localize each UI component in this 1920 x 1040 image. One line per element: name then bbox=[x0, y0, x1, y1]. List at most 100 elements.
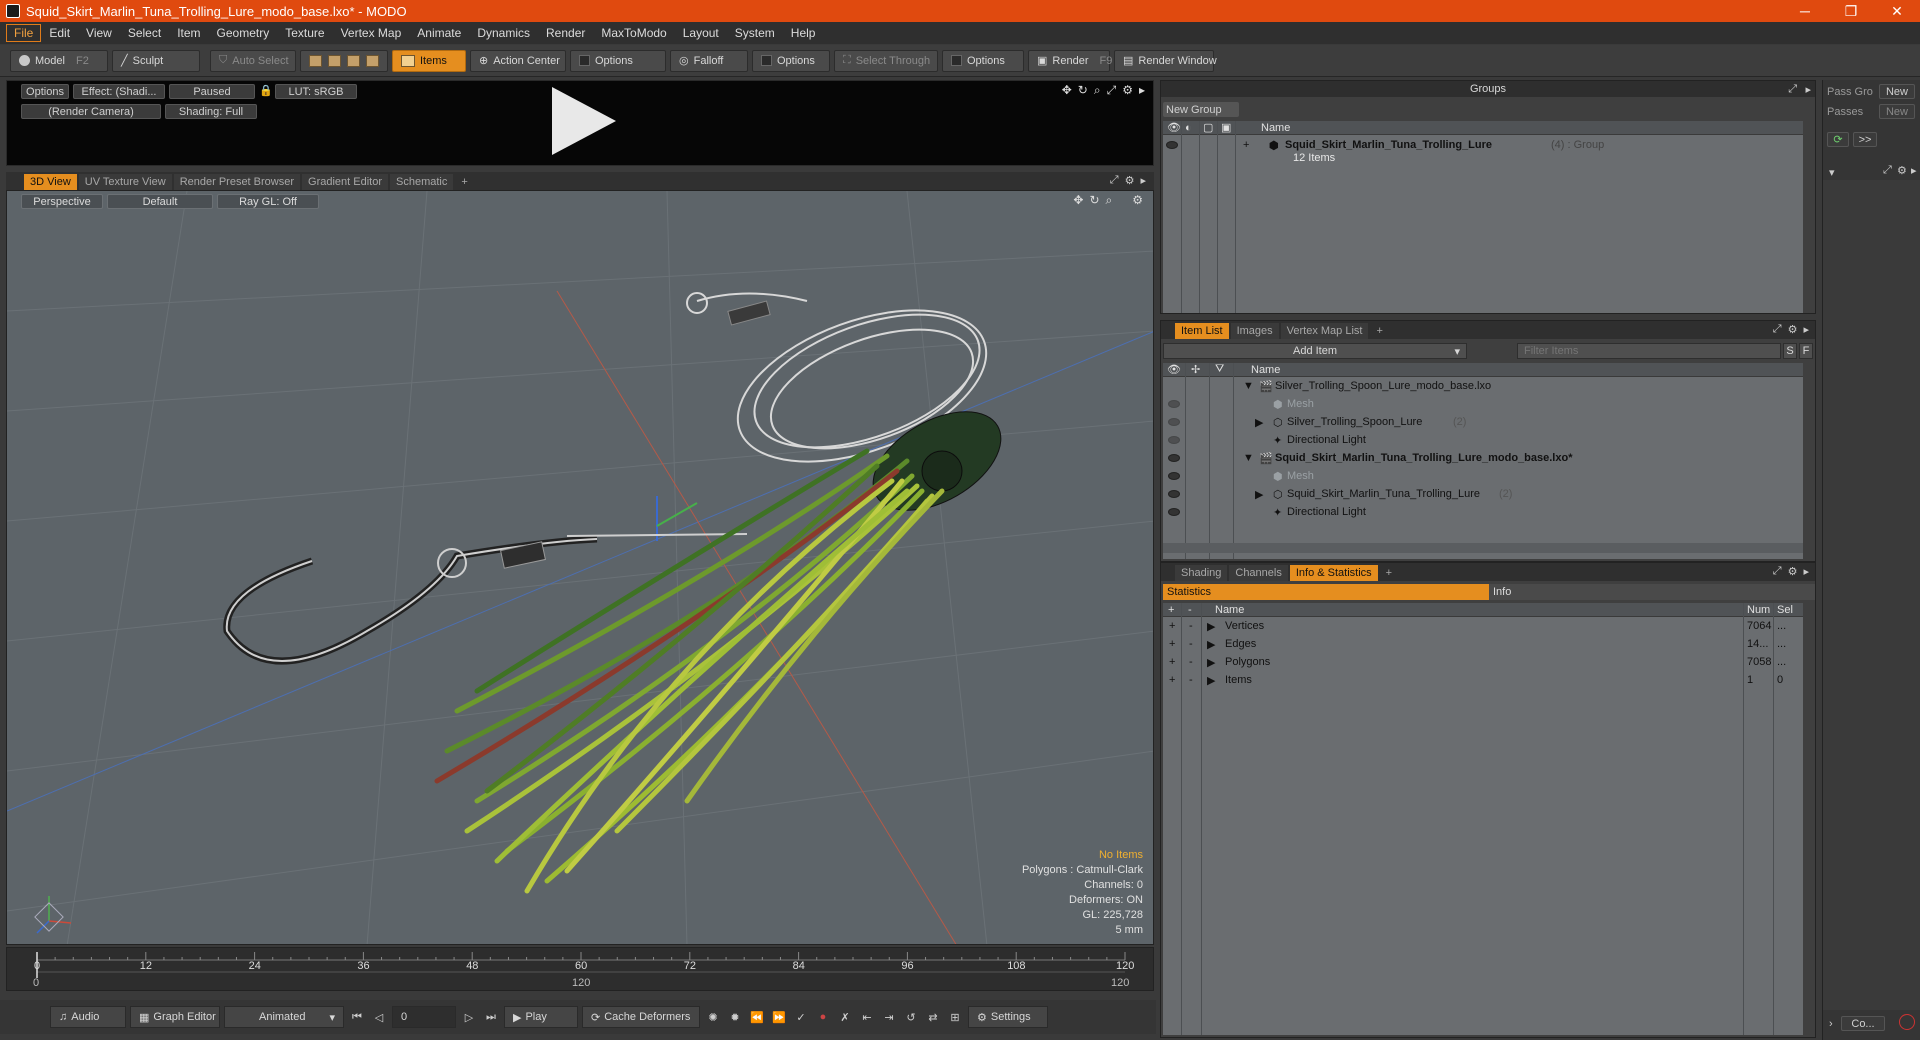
items-mode-button[interactable]: Items bbox=[392, 49, 466, 72]
lock-icon[interactable]: 🔒 bbox=[259, 84, 273, 98]
preview-shading-dropdown[interactable]: Shading: Full bbox=[165, 104, 257, 119]
tab-images[interactable]: Images bbox=[1230, 323, 1279, 339]
list-item[interactable]: ▼ 🎬 Squid_Skirt_Marlin_Tuna_Trolling_Lur… bbox=[1163, 449, 1803, 467]
maximize-button[interactable]: ❐ bbox=[1828, 0, 1874, 22]
item-list[interactable]: 👁 ✢ ⛛ Name ▼ 🎬 Silver_Trolling_Spoon_Lur… bbox=[1163, 363, 1803, 559]
table-row[interactable]: + - ▶ Vertices 7064 ... bbox=[1163, 617, 1803, 635]
arrow-right-icon[interactable]: ▸ bbox=[1140, 174, 1146, 187]
gear-icon[interactable]: ⚙ bbox=[1125, 174, 1135, 187]
skip-back-icon[interactable]: ⇤ bbox=[858, 1008, 876, 1026]
key-prev-icon[interactable]: ⏪ bbox=[748, 1008, 766, 1026]
polygons-mode-icon[interactable] bbox=[347, 54, 360, 67]
selection-mode-buttons[interactable] bbox=[300, 49, 388, 72]
collapse-button[interactable]: Co... bbox=[1841, 1016, 1885, 1031]
sculpt-mode-button[interactable]: ╱ Sculpt bbox=[112, 49, 200, 72]
select-through-button[interactable]: ⛶ Select Through bbox=[834, 49, 938, 72]
gear-icon[interactable]: ⚙ bbox=[1122, 83, 1133, 98]
prev-key-icon[interactable]: ◁ bbox=[370, 1008, 388, 1026]
tab-gradient-editor[interactable]: Gradient Editor bbox=[302, 174, 388, 190]
eye-icon[interactable] bbox=[1168, 472, 1180, 480]
close-button[interactable]: ✕ bbox=[1874, 0, 1920, 22]
preview-effect-dropdown[interactable]: Effect: (Shadi... bbox=[73, 84, 165, 99]
skip-forward-icon[interactable]: ⇥ bbox=[880, 1008, 898, 1026]
auto-select-button[interactable]: ⛉ Auto Select bbox=[210, 49, 296, 72]
chevron-right-icon[interactable]: › bbox=[1829, 1018, 1833, 1030]
key-icon[interactable]: ✺ bbox=[704, 1008, 722, 1026]
first-frame-icon[interactable]: ⏮ bbox=[348, 1008, 366, 1026]
cache-deformers-button[interactable]: ⟳ Cache Deformers bbox=[582, 1006, 700, 1028]
remove-icon[interactable]: - bbox=[1189, 620, 1193, 632]
remove-icon[interactable]: - bbox=[1189, 638, 1193, 650]
forward-button[interactable]: >> bbox=[1853, 132, 1877, 147]
menu-dynamics[interactable]: Dynamics bbox=[469, 24, 538, 42]
list-item[interactable]: ⬢ Mesh bbox=[1163, 467, 1803, 485]
refresh-icon[interactable]: ⟳ bbox=[1827, 132, 1849, 147]
new-group-button[interactable]: New Group bbox=[1163, 102, 1239, 117]
arrow-right-icon[interactable]: ▸ bbox=[1139, 83, 1145, 98]
gear-icon[interactable]: ⚙ bbox=[1897, 164, 1907, 177]
perspective-dropdown[interactable]: Perspective bbox=[21, 194, 103, 209]
menu-animate[interactable]: Animate bbox=[409, 24, 469, 42]
filter-s-button[interactable]: S bbox=[1783, 343, 1797, 359]
gear-icon[interactable]: ⚙ bbox=[1788, 323, 1798, 336]
arrow-right-icon[interactable]: ▸ bbox=[1805, 83, 1811, 96]
remove-icon[interactable]: - bbox=[1189, 656, 1193, 668]
menu-item[interactable]: Item bbox=[169, 24, 208, 42]
add-tab-button[interactable]: + bbox=[1370, 323, 1388, 339]
list-item[interactable]: ▼ 🎬 Silver_Trolling_Spoon_Lure_modo_base… bbox=[1163, 377, 1803, 395]
chevron-right-icon[interactable]: ▶ bbox=[1207, 620, 1215, 633]
3d-viewport[interactable]: Perspective Default Ray GL: Off ✥ ↻ ⌕ ⚙ … bbox=[6, 190, 1154, 945]
last-frame-icon[interactable]: ⏭ bbox=[482, 1008, 500, 1026]
chevron-down-icon[interactable]: ▼ bbox=[1243, 380, 1254, 392]
menu-file[interactable]: File bbox=[6, 24, 42, 42]
add-item-dropdown[interactable]: Add Item ▾ bbox=[1163, 343, 1467, 359]
select-through-options-button[interactable]: Options bbox=[942, 49, 1024, 72]
chevron-down-icon[interactable]: ▾ bbox=[1829, 166, 1835, 179]
set-key-icon[interactable]: ✓ bbox=[792, 1008, 810, 1026]
menu-vertex-map[interactable]: Vertex Map bbox=[333, 24, 410, 42]
edges-mode-icon[interactable] bbox=[328, 54, 341, 67]
delete-key-icon[interactable]: ✗ bbox=[836, 1008, 854, 1026]
vertices-mode-icon[interactable] bbox=[309, 54, 322, 67]
add-icon[interactable]: + bbox=[1169, 656, 1175, 668]
tab-schematic[interactable]: Schematic bbox=[390, 174, 454, 190]
zoom-icon[interactable]: ⌕ bbox=[1094, 83, 1101, 98]
audio-button[interactable]: ♫ Audio bbox=[50, 1006, 126, 1028]
preview-lut-dropdown[interactable]: LUT: sRGB bbox=[275, 84, 357, 99]
chevron-right-icon[interactable]: ▶ bbox=[1255, 488, 1263, 501]
arrow-right-icon[interactable]: ▸ bbox=[1911, 164, 1917, 177]
chevron-right-icon[interactable]: ▶ bbox=[1255, 416, 1263, 429]
menu-texture[interactable]: Texture bbox=[277, 24, 332, 42]
tab-3d-view[interactable]: 3D View bbox=[24, 174, 77, 190]
play-button[interactable]: ▶ Play bbox=[504, 1006, 578, 1028]
tab-info-statistics[interactable]: Info & Statistics bbox=[1289, 565, 1378, 581]
falloff-options-button[interactable]: Options bbox=[752, 49, 830, 72]
expand-icon[interactable]: ⤢ bbox=[1773, 323, 1782, 336]
menu-help[interactable]: Help bbox=[783, 24, 824, 42]
gear-icon[interactable]: ⚙ bbox=[1788, 565, 1798, 578]
filter-icon[interactable]: ⊞ bbox=[946, 1008, 964, 1026]
eye-icon[interactable] bbox=[1168, 436, 1180, 444]
list-item[interactable]: ⬢ Mesh bbox=[1163, 395, 1803, 413]
range-end[interactable]: 120 bbox=[1111, 977, 1129, 989]
shading-style-dropdown[interactable]: Default bbox=[107, 194, 213, 209]
menu-select[interactable]: Select bbox=[120, 24, 169, 42]
rotate-icon[interactable]: ↻ bbox=[1078, 83, 1088, 98]
tab-item-list[interactable]: Item List bbox=[1175, 323, 1229, 339]
next-key-icon[interactable]: ▷ bbox=[460, 1008, 478, 1026]
range-start[interactable]: 0 bbox=[33, 977, 39, 989]
add-icon[interactable]: + bbox=[1169, 638, 1175, 650]
list-item[interactable]: ▶ ⬡ Squid_Skirt_Marlin_Tuna_Trolling_Lur… bbox=[1163, 485, 1803, 503]
remove-icon[interactable]: - bbox=[1189, 674, 1193, 686]
menu-layout[interactable]: Layout bbox=[675, 24, 727, 42]
materials-mode-icon[interactable] bbox=[366, 54, 379, 67]
play-icon[interactable] bbox=[552, 87, 616, 155]
action-center-options-button[interactable]: Options bbox=[570, 49, 666, 72]
loop-icon[interactable]: ↺ bbox=[902, 1008, 920, 1026]
settings-button[interactable]: ⚙ Settings bbox=[968, 1006, 1048, 1028]
chevron-right-icon[interactable]: ▶ bbox=[1207, 674, 1215, 687]
new-pass-button[interactable]: New bbox=[1879, 104, 1915, 119]
render-window-button[interactable]: ▤ Render Window bbox=[1114, 49, 1217, 72]
new-pass-group-button[interactable]: New bbox=[1879, 84, 1915, 99]
list-item[interactable]: ▶ ⬡ Silver_Trolling_Spoon_Lure (2) bbox=[1163, 413, 1803, 431]
